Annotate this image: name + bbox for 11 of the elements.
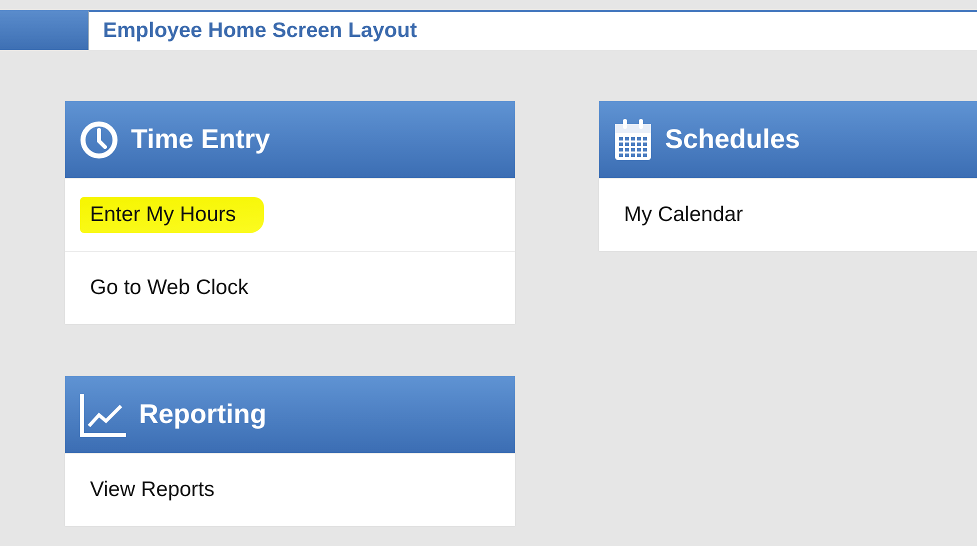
panel-title: Reporting (139, 399, 266, 430)
panel-title: Schedules (665, 124, 800, 155)
menu-link[interactable]: Go to Web Clock (80, 270, 276, 306)
panel-title: Time Entry (131, 124, 270, 155)
clock-icon (79, 120, 119, 160)
line-chart-icon (79, 392, 127, 438)
menu-link[interactable]: My Calendar (614, 197, 772, 233)
menu-link[interactable]: Enter My Hours (80, 197, 264, 233)
calendar-icon (613, 118, 653, 162)
page-title: Employee Home Screen Layout (88, 10, 977, 50)
menu-link[interactable]: View Reports (80, 472, 243, 508)
